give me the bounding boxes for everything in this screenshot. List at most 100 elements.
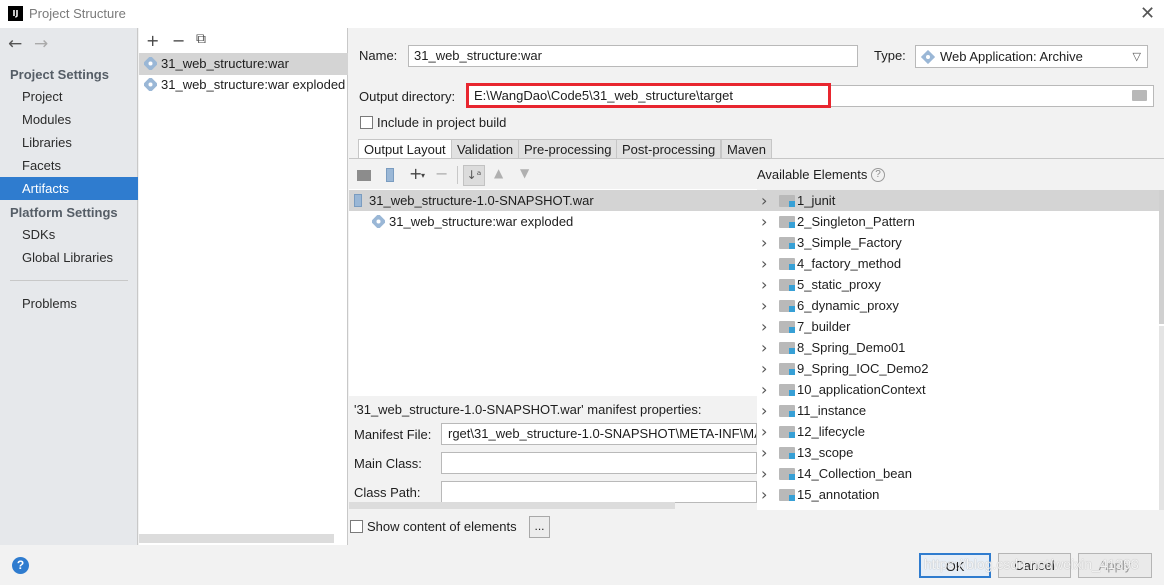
settings-sidebar: ← → Project Settings Project Modules Lib… xyxy=(0,28,138,545)
add-dropdown-chevron-icon[interactable]: ▾ xyxy=(421,171,425,180)
move-up-icon[interactable]: ▲ xyxy=(494,166,503,180)
main-class-input[interactable] xyxy=(441,452,757,474)
show-content-label: Show content of elements xyxy=(367,519,517,534)
sidebar-item-project[interactable]: Project xyxy=(0,85,138,108)
available-element-item[interactable]: › 3_Simple_Factory xyxy=(757,232,1164,253)
chevron-right-icon[interactable]: › xyxy=(761,421,767,442)
available-element-item[interactable]: › 11_instance xyxy=(757,400,1164,421)
chevron-right-icon[interactable]: › xyxy=(761,337,767,358)
war-exploded-icon xyxy=(372,215,385,228)
available-element-item[interactable]: › 15_annotation xyxy=(757,484,1164,505)
sidebar-item-facets[interactable]: Facets xyxy=(0,154,138,177)
browse-folder-icon[interactable] xyxy=(1132,90,1147,101)
create-archive-icon[interactable] xyxy=(386,168,394,182)
forward-arrow-icon[interactable]: → xyxy=(34,34,48,54)
chevron-right-icon[interactable]: › xyxy=(761,358,767,379)
output-layout-toolbar: + ▾ − ↓ᵃ ▲ ▼ xyxy=(349,162,755,188)
close-window-icon[interactable]: ✕ xyxy=(1140,3,1155,24)
available-element-item[interactable]: › 4_factory_method xyxy=(757,253,1164,274)
artifact-name-input[interactable]: 31_web_structure:war xyxy=(408,45,858,67)
back-arrow-icon[interactable]: ← xyxy=(8,34,22,54)
manifest-file-input[interactable]: rget\31_web_structure-1.0-SNAPSHOT\META-… xyxy=(441,423,757,445)
sort-elements-icon[interactable]: ↓ᵃ xyxy=(463,165,485,186)
war-artifact-icon xyxy=(144,57,157,70)
artifact-item[interactable]: 31_web_structure:war exploded xyxy=(139,74,348,96)
available-element-item[interactable]: › 13_scope xyxy=(757,442,1164,463)
tab-maven[interactable]: Maven xyxy=(721,139,773,159)
sidebar-item-problems[interactable]: Problems xyxy=(0,292,138,315)
available-element-item[interactable]: › 6_dynamic_proxy xyxy=(757,295,1164,316)
help-circle-icon[interactable]: ? xyxy=(871,168,885,182)
copy-artifact-icon[interactable]: ⧉ xyxy=(196,31,206,47)
module-folder-icon xyxy=(779,195,795,207)
manifest-scrollbar[interactable] xyxy=(349,502,675,509)
chevron-right-icon[interactable]: › xyxy=(761,190,767,211)
add-artifact-icon[interactable]: + xyxy=(146,31,159,50)
tree-node-war-exploded[interactable]: 31_web_structure:war exploded xyxy=(349,211,757,232)
show-content-checkbox[interactable] xyxy=(350,520,363,533)
module-folder-icon xyxy=(779,405,795,417)
available-element-item[interactable]: › 9_Spring_IOC_Demo2 xyxy=(757,358,1164,379)
output-layout-tree: 31_web_structure-1.0-SNAPSHOT.war 31_web… xyxy=(349,189,757,396)
available-elements-scroll-track[interactable] xyxy=(1159,326,1164,510)
sidebar-item-modules[interactable]: Modules xyxy=(0,108,138,131)
chevron-right-icon[interactable]: › xyxy=(761,442,767,463)
tab-output-layout[interactable]: Output Layout xyxy=(358,139,452,159)
artifact-item[interactable]: 31_web_structure:war xyxy=(139,53,348,75)
tree-node-war-file[interactable]: 31_web_structure-1.0-SNAPSHOT.war xyxy=(349,190,757,211)
remove-artifact-icon[interactable]: − xyxy=(172,31,185,50)
watermark-text: https://blog.csdn.net/weixin_41393 xyxy=(924,556,1139,572)
sidebar-item-sdks[interactable]: SDKs xyxy=(0,223,138,246)
available-element-item[interactable]: › 14_Collection_bean xyxy=(757,463,1164,484)
chevron-right-icon[interactable]: › xyxy=(761,379,767,400)
web-archive-icon xyxy=(921,50,935,64)
help-button[interactable]: ? xyxy=(12,557,29,574)
available-elements-tree: › 1_junit › 2_Singleton_Pattern › 3_Simple_Fa… xyxy=(757,190,1164,510)
chevron-right-icon[interactable]: › xyxy=(761,211,767,232)
sidebar-item-global-libraries[interactable]: Global Libraries xyxy=(0,246,138,269)
available-elements-scrollbar[interactable] xyxy=(1159,190,1164,324)
module-folder-icon xyxy=(779,489,795,501)
available-element-item[interactable]: › 10_applicationContext xyxy=(757,379,1164,400)
move-down-icon[interactable]: ▼ xyxy=(520,166,529,180)
new-directory-icon[interactable] xyxy=(357,170,371,181)
available-element-item[interactable]: › 8_Spring_Demo01 xyxy=(757,337,1164,358)
chevron-right-icon[interactable]: › xyxy=(761,295,767,316)
chevron-right-icon[interactable]: › xyxy=(761,274,767,295)
chevron-right-icon[interactable]: › xyxy=(761,400,767,421)
sidebar-item-artifacts[interactable]: Artifacts xyxy=(0,177,138,200)
include-in-build-label: Include in project build xyxy=(377,115,507,130)
module-folder-icon xyxy=(779,321,795,333)
available-element-item[interactable]: › 7_builder xyxy=(757,316,1164,337)
artifact-type-select[interactable]: Web Application: Archive ▽ xyxy=(915,45,1148,68)
available-element-item[interactable]: › 2_Singleton_Pattern xyxy=(757,211,1164,232)
sidebar-item-libraries[interactable]: Libraries xyxy=(0,131,138,154)
chevron-right-icon[interactable]: › xyxy=(761,316,767,337)
chevron-right-icon[interactable]: › xyxy=(761,232,767,253)
available-element-label: 7_builder xyxy=(797,319,851,334)
available-element-label: 10_applicationContext xyxy=(797,382,926,397)
available-element-label: 2_Singleton_Pattern xyxy=(797,214,915,229)
available-element-label: 8_Spring_Demo01 xyxy=(797,340,906,355)
available-element-item[interactable]: › 1_junit xyxy=(757,190,1164,211)
remove-element-icon[interactable]: − xyxy=(435,164,448,183)
chevron-right-icon[interactable]: › xyxy=(761,253,767,274)
available-element-label: 9_Spring_IOC_Demo2 xyxy=(797,361,929,376)
show-content-options-button[interactable]: ... xyxy=(529,516,550,538)
include-in-build-checkbox[interactable] xyxy=(360,116,373,129)
war-exploded-artifact-icon xyxy=(144,78,157,91)
toolbar-separator xyxy=(457,166,458,184)
tab-pre-processing[interactable]: Pre-processing xyxy=(518,139,618,159)
class-path-input[interactable] xyxy=(441,481,757,503)
tab-post-processing[interactable]: Post-processing xyxy=(616,139,722,159)
artifacts-list-scrollbar[interactable] xyxy=(139,534,334,543)
chevron-right-icon[interactable]: › xyxy=(761,463,767,484)
available-element-item[interactable]: › 5_static_proxy xyxy=(757,274,1164,295)
output-directory-label: Output directory: xyxy=(359,89,456,104)
project-settings-heading: Project Settings xyxy=(10,67,109,82)
available-element-item[interactable]: › 12_lifecycle xyxy=(757,421,1164,442)
module-folder-icon xyxy=(779,468,795,480)
chevron-right-icon[interactable]: › xyxy=(761,484,767,505)
tab-validation[interactable]: Validation xyxy=(451,139,520,159)
available-element-label: 6_dynamic_proxy xyxy=(797,298,899,313)
